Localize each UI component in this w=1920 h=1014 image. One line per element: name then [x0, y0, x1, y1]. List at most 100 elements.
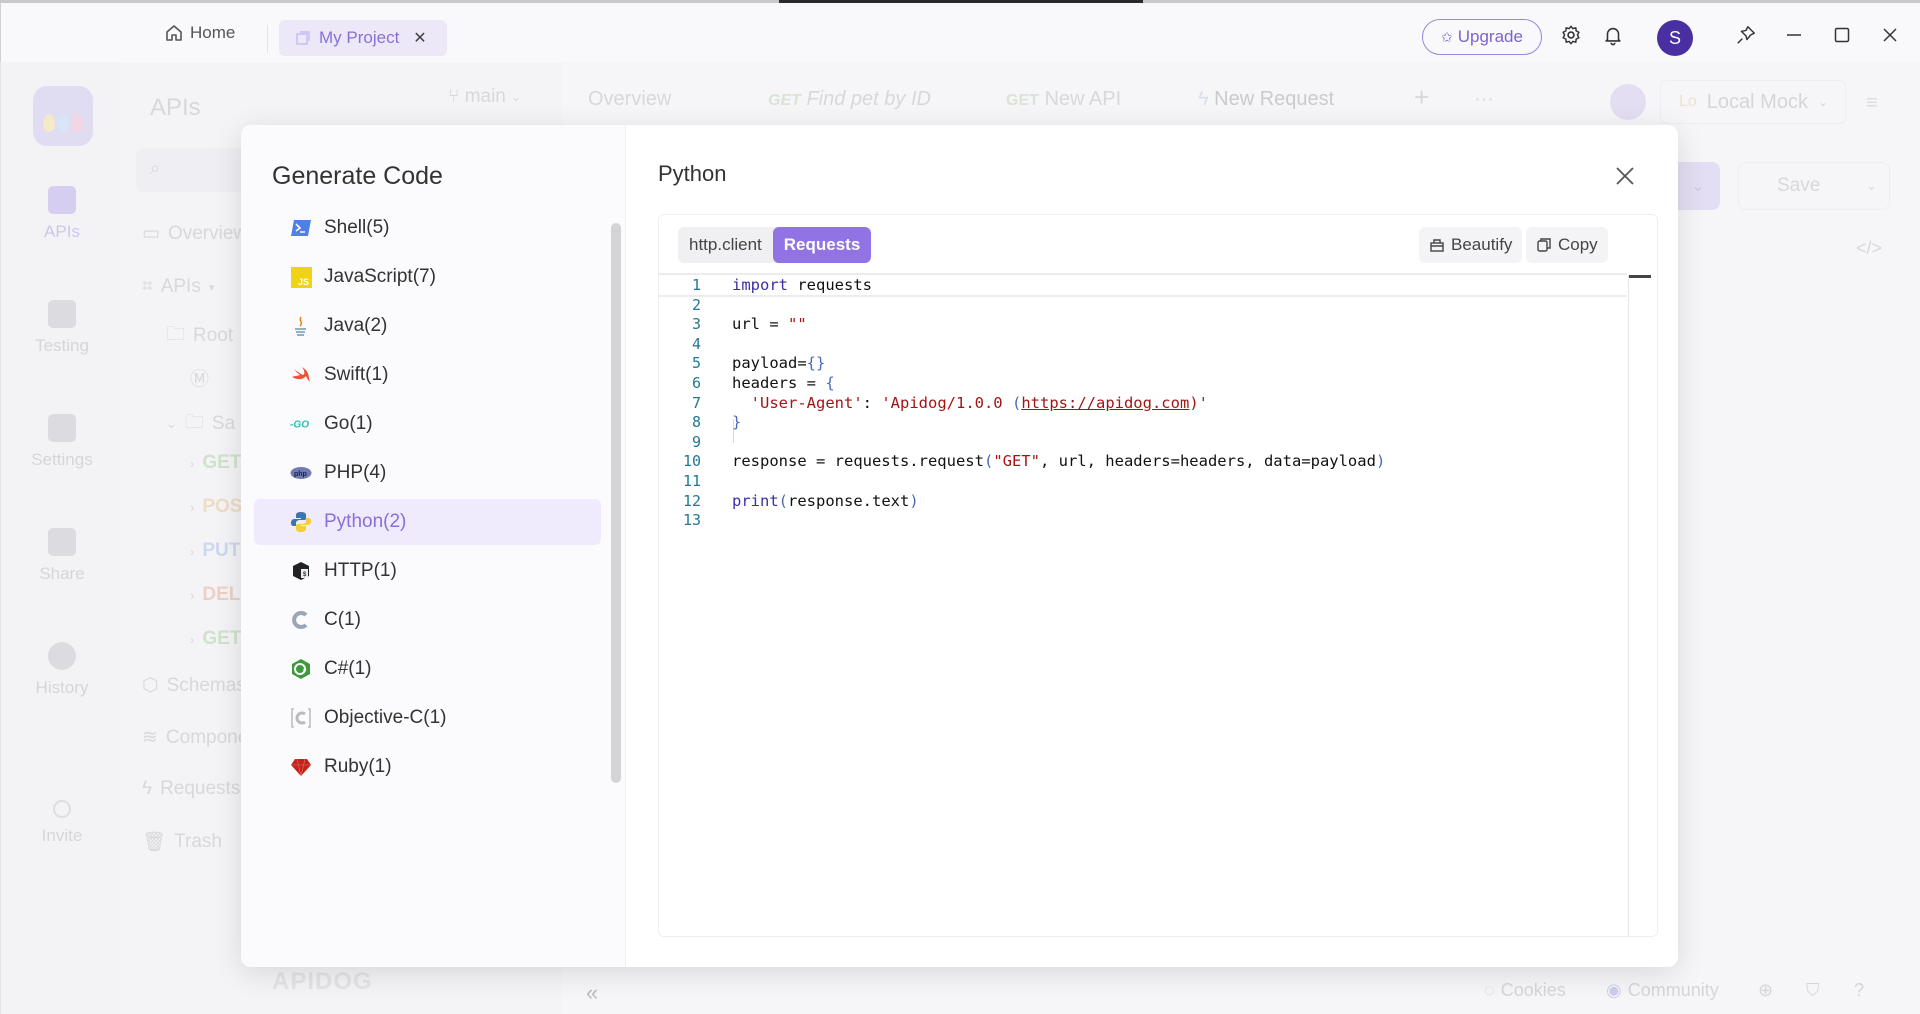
language-item-swift[interactable]: Swift(1)	[254, 352, 601, 398]
maximize-icon[interactable]	[1830, 23, 1854, 47]
pin-icon[interactable]	[1734, 23, 1758, 47]
language-label: Objective-C(1)	[324, 707, 447, 728]
line-number: 1	[691, 276, 701, 294]
code-text: headers = {	[732, 374, 835, 392]
user-avatar[interactable]: S	[1657, 20, 1693, 56]
upgrade-button[interactable]: ✩ Upgrade	[1422, 19, 1542, 55]
language-item-php[interactable]: php PHP(4)	[254, 450, 601, 496]
language-list-scrollbar[interactable]	[611, 223, 621, 783]
line-number: 7	[691, 393, 701, 412]
title-bar: Home My Project ✕ ✩ Upgrade S	[0, 0, 1920, 62]
language-item-csharp[interactable]: # C#(1)	[254, 646, 601, 692]
objective-c-icon	[290, 707, 312, 729]
close-icon[interactable]	[1612, 163, 1638, 189]
home-label: Home	[190, 23, 236, 42]
line-number: 9	[691, 432, 701, 451]
library-tab-requests[interactable]: Requests	[772, 227, 872, 263]
language-item-shell[interactable]: Shell(5)	[254, 205, 601, 251]
home-tab[interactable]: Home	[164, 23, 235, 43]
language-label: C#(1)	[324, 658, 372, 679]
copy-icon	[1537, 238, 1551, 252]
beautify-icon	[1430, 239, 1444, 252]
copy-button[interactable]: Copy	[1526, 227, 1608, 263]
editor-overview-ruler-mark	[1629, 275, 1651, 278]
language-label: PHP(4)	[324, 462, 387, 483]
close-tab-icon[interactable]: ✕	[413, 28, 426, 48]
dialog-title: Generate Code	[272, 162, 443, 190]
language-item-go[interactable]: -GO Go(1)	[254, 401, 601, 447]
language-label: C(1)	[324, 609, 361, 630]
swift-icon	[290, 364, 312, 386]
library-switcher: http.client Requests	[678, 227, 872, 263]
language-label: Shell(5)	[324, 217, 390, 238]
apidog-watermark: APIDOG	[272, 968, 373, 995]
notification-bell-icon[interactable]	[1601, 23, 1625, 47]
svg-text:php: php	[294, 471, 307, 478]
sparkle-icon: ✩	[1441, 28, 1453, 45]
window-close-icon[interactable]	[1878, 23, 1902, 47]
editor-scrollbar-track[interactable]	[1628, 275, 1629, 937]
php-icon: php	[290, 462, 312, 484]
line-number: 3	[691, 315, 701, 334]
code-text: payload={}	[732, 354, 826, 373]
settings-gear-icon[interactable]	[1559, 23, 1583, 47]
code-line: 13	[659, 508, 1627, 532]
language-label: HTTP(1)	[324, 560, 397, 581]
line-number: 13	[682, 511, 701, 530]
language-item-ruby[interactable]: Ruby(1)	[254, 744, 601, 790]
csharp-icon: #	[290, 658, 312, 680]
generate-code-dialog: Generate Code Shell(5) JS JavaScript(7) Jav…	[241, 125, 1678, 967]
selected-language-title: Python	[658, 161, 727, 186]
language-label: Swift(1)	[324, 364, 389, 385]
project-icon	[296, 31, 310, 45]
code-text: import requests	[732, 276, 872, 294]
c-icon	[290, 609, 312, 631]
code-text: response = requests.request("GET", url, …	[732, 452, 1386, 471]
minimize-icon[interactable]	[1782, 23, 1806, 47]
line-number: 11	[682, 472, 701, 490]
python-icon	[290, 511, 312, 533]
language-label: Java(2)	[324, 315, 388, 336]
language-item-http[interactable]: $ HTTP(1)	[254, 548, 601, 594]
line-number: 12	[682, 491, 701, 510]
language-label: JavaScript(7)	[324, 266, 436, 287]
code-editor[interactable]: 1 import requests 2 3 url = "" 4 5 payload={} 6 h…	[659, 273, 1659, 937]
javascript-icon: JS	[290, 266, 312, 288]
language-item-python[interactable]: Python(2)	[254, 499, 601, 545]
code-text: print(response.text)	[732, 491, 919, 510]
code-text: 'User-Agent': 'Apidog/1.0.0 (https://api…	[750, 393, 1208, 412]
code-text: }	[732, 413, 742, 432]
shell-icon	[290, 217, 312, 239]
project-tab-label: My Project	[319, 28, 400, 47]
language-panel: Generate Code Shell(5) JS JavaScript(7) Jav…	[241, 125, 626, 967]
language-label: Ruby(1)	[324, 756, 392, 777]
line-number: 4	[691, 334, 701, 353]
home-icon	[166, 25, 182, 41]
window-drag-indicator	[779, 0, 1143, 3]
go-icon: -GO	[290, 413, 312, 435]
java-icon	[290, 315, 312, 337]
language-item-java[interactable]: Java(2)	[254, 303, 601, 349]
language-item-c[interactable]: C(1)	[254, 597, 601, 643]
language-item-javascript[interactable]: JS JavaScript(7)	[254, 254, 601, 300]
project-tab[interactable]: My Project ✕	[279, 20, 447, 56]
beautify-label: Beautify	[1451, 235, 1513, 254]
line-number: 8	[691, 413, 701, 432]
upgrade-label: Upgrade	[1457, 27, 1523, 46]
library-tab-http-client[interactable]: http.client	[678, 227, 773, 263]
language-label: Python(2)	[324, 511, 407, 532]
svg-text:JS: JS	[298, 277, 309, 287]
http-icon: $	[290, 560, 312, 582]
language-item-objective-c[interactable]: Objective-C(1)	[254, 695, 601, 741]
line-number: 6	[691, 374, 701, 392]
svg-text:-GO: -GO	[290, 420, 309, 431]
line-number: 2	[691, 295, 701, 314]
ruby-icon	[290, 756, 312, 778]
divider	[267, 25, 268, 53]
beautify-button[interactable]: Beautify	[1419, 227, 1523, 263]
code-card: http.client Requests Beautify Copy 1 impo…	[658, 214, 1658, 937]
collapse-sidebar-icon[interactable]: «	[586, 980, 598, 1006]
code-text: url = ""	[732, 315, 807, 334]
code-panel: Python http.client Requests Beautify Cop…	[626, 125, 1678, 967]
language-label: Go(1)	[324, 413, 373, 434]
